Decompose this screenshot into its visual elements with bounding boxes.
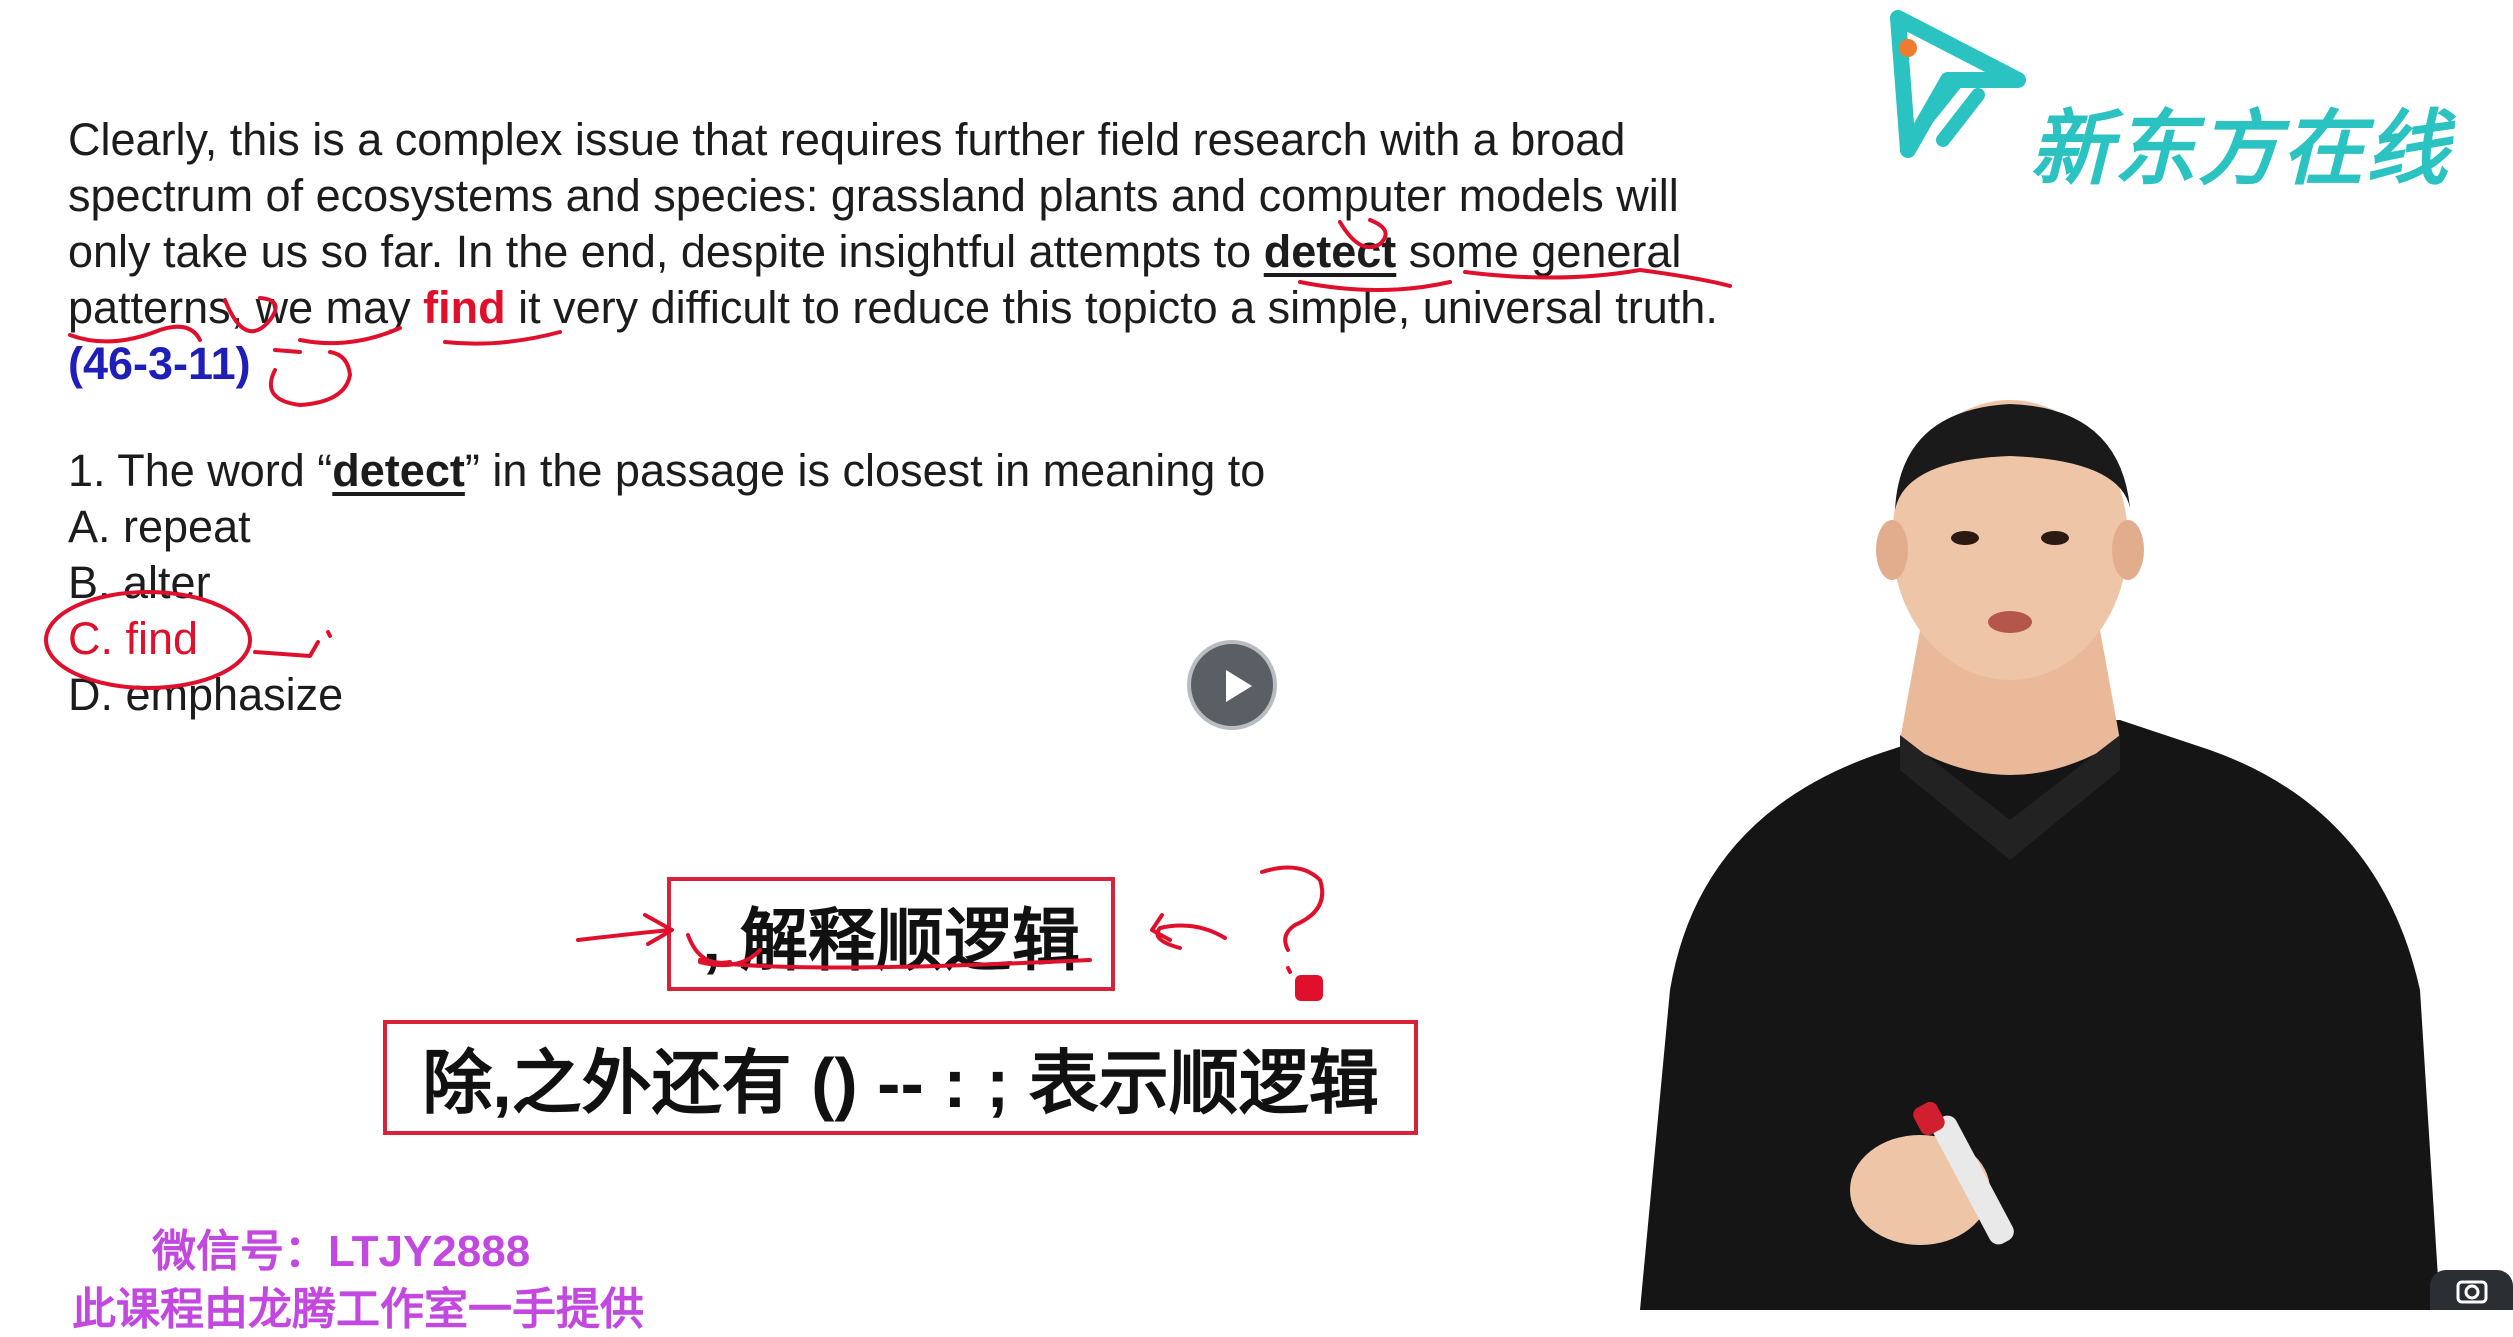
rule-box-sequence: 除,之外还有 () -- : ; 表示顺逻辑 [383, 1020, 1418, 1135]
play-button[interactable] [1187, 640, 1277, 730]
presenter-figure [1640, 400, 2440, 1310]
watermark-provider: 此课程由龙腾工作室一手提供 [72, 1285, 644, 1334]
option-b: B. alter [68, 557, 211, 608]
screenshot-button[interactable] [2430, 1270, 2513, 1310]
passage-line-1: Clearly, this is a complex issue that re… [68, 114, 1626, 165]
question-keyword: detect [332, 445, 465, 496]
passage-line-4: patterns, we may find it very difficult … [68, 280, 1788, 336]
highlight-word-detect: detect [1263, 226, 1397, 277]
passage-line-4-end: it very difficult to reduce this topicto… [505, 282, 1718, 333]
passage-line-2: spectrum of ecosystems and species: gras… [68, 170, 1679, 221]
logo-text: 新东方在线 [2030, 104, 2450, 195]
passage-line-3-start: only take us so far. In the end, despite… [68, 226, 1264, 277]
option-d: D. emphasize [68, 669, 344, 720]
rule-box-comma: , 解释顺逻辑 [667, 877, 1115, 991]
camera-icon [2456, 1280, 2488, 1304]
passage-line-3: only take us so far. In the end, despite… [68, 224, 1788, 280]
passage-line-4-start: patterns, we may [68, 282, 424, 333]
highlight-word-find: find [423, 282, 506, 333]
watermark-wechat: 微信号：LTJY2888 [152, 1227, 531, 1276]
passage-citation: (46-3-11) [68, 338, 251, 389]
xdf-logo-icon [1890, 10, 2026, 158]
question-stem-end: ” in the passage is closest in meaning t… [464, 445, 1266, 496]
question-stem: 1. The word “detect” in the passage is c… [68, 443, 1265, 499]
question-block: 1. The word “detect” in the passage is c… [68, 443, 1265, 723]
passage-text: Clearly, this is a complex issue that re… [68, 112, 1788, 392]
option-c: C. find [68, 613, 199, 664]
option-a: A. repeat [68, 501, 251, 552]
passage-line-3-end: some general [1396, 226, 1682, 277]
question-stem-start: 1. The word “ [68, 445, 333, 496]
